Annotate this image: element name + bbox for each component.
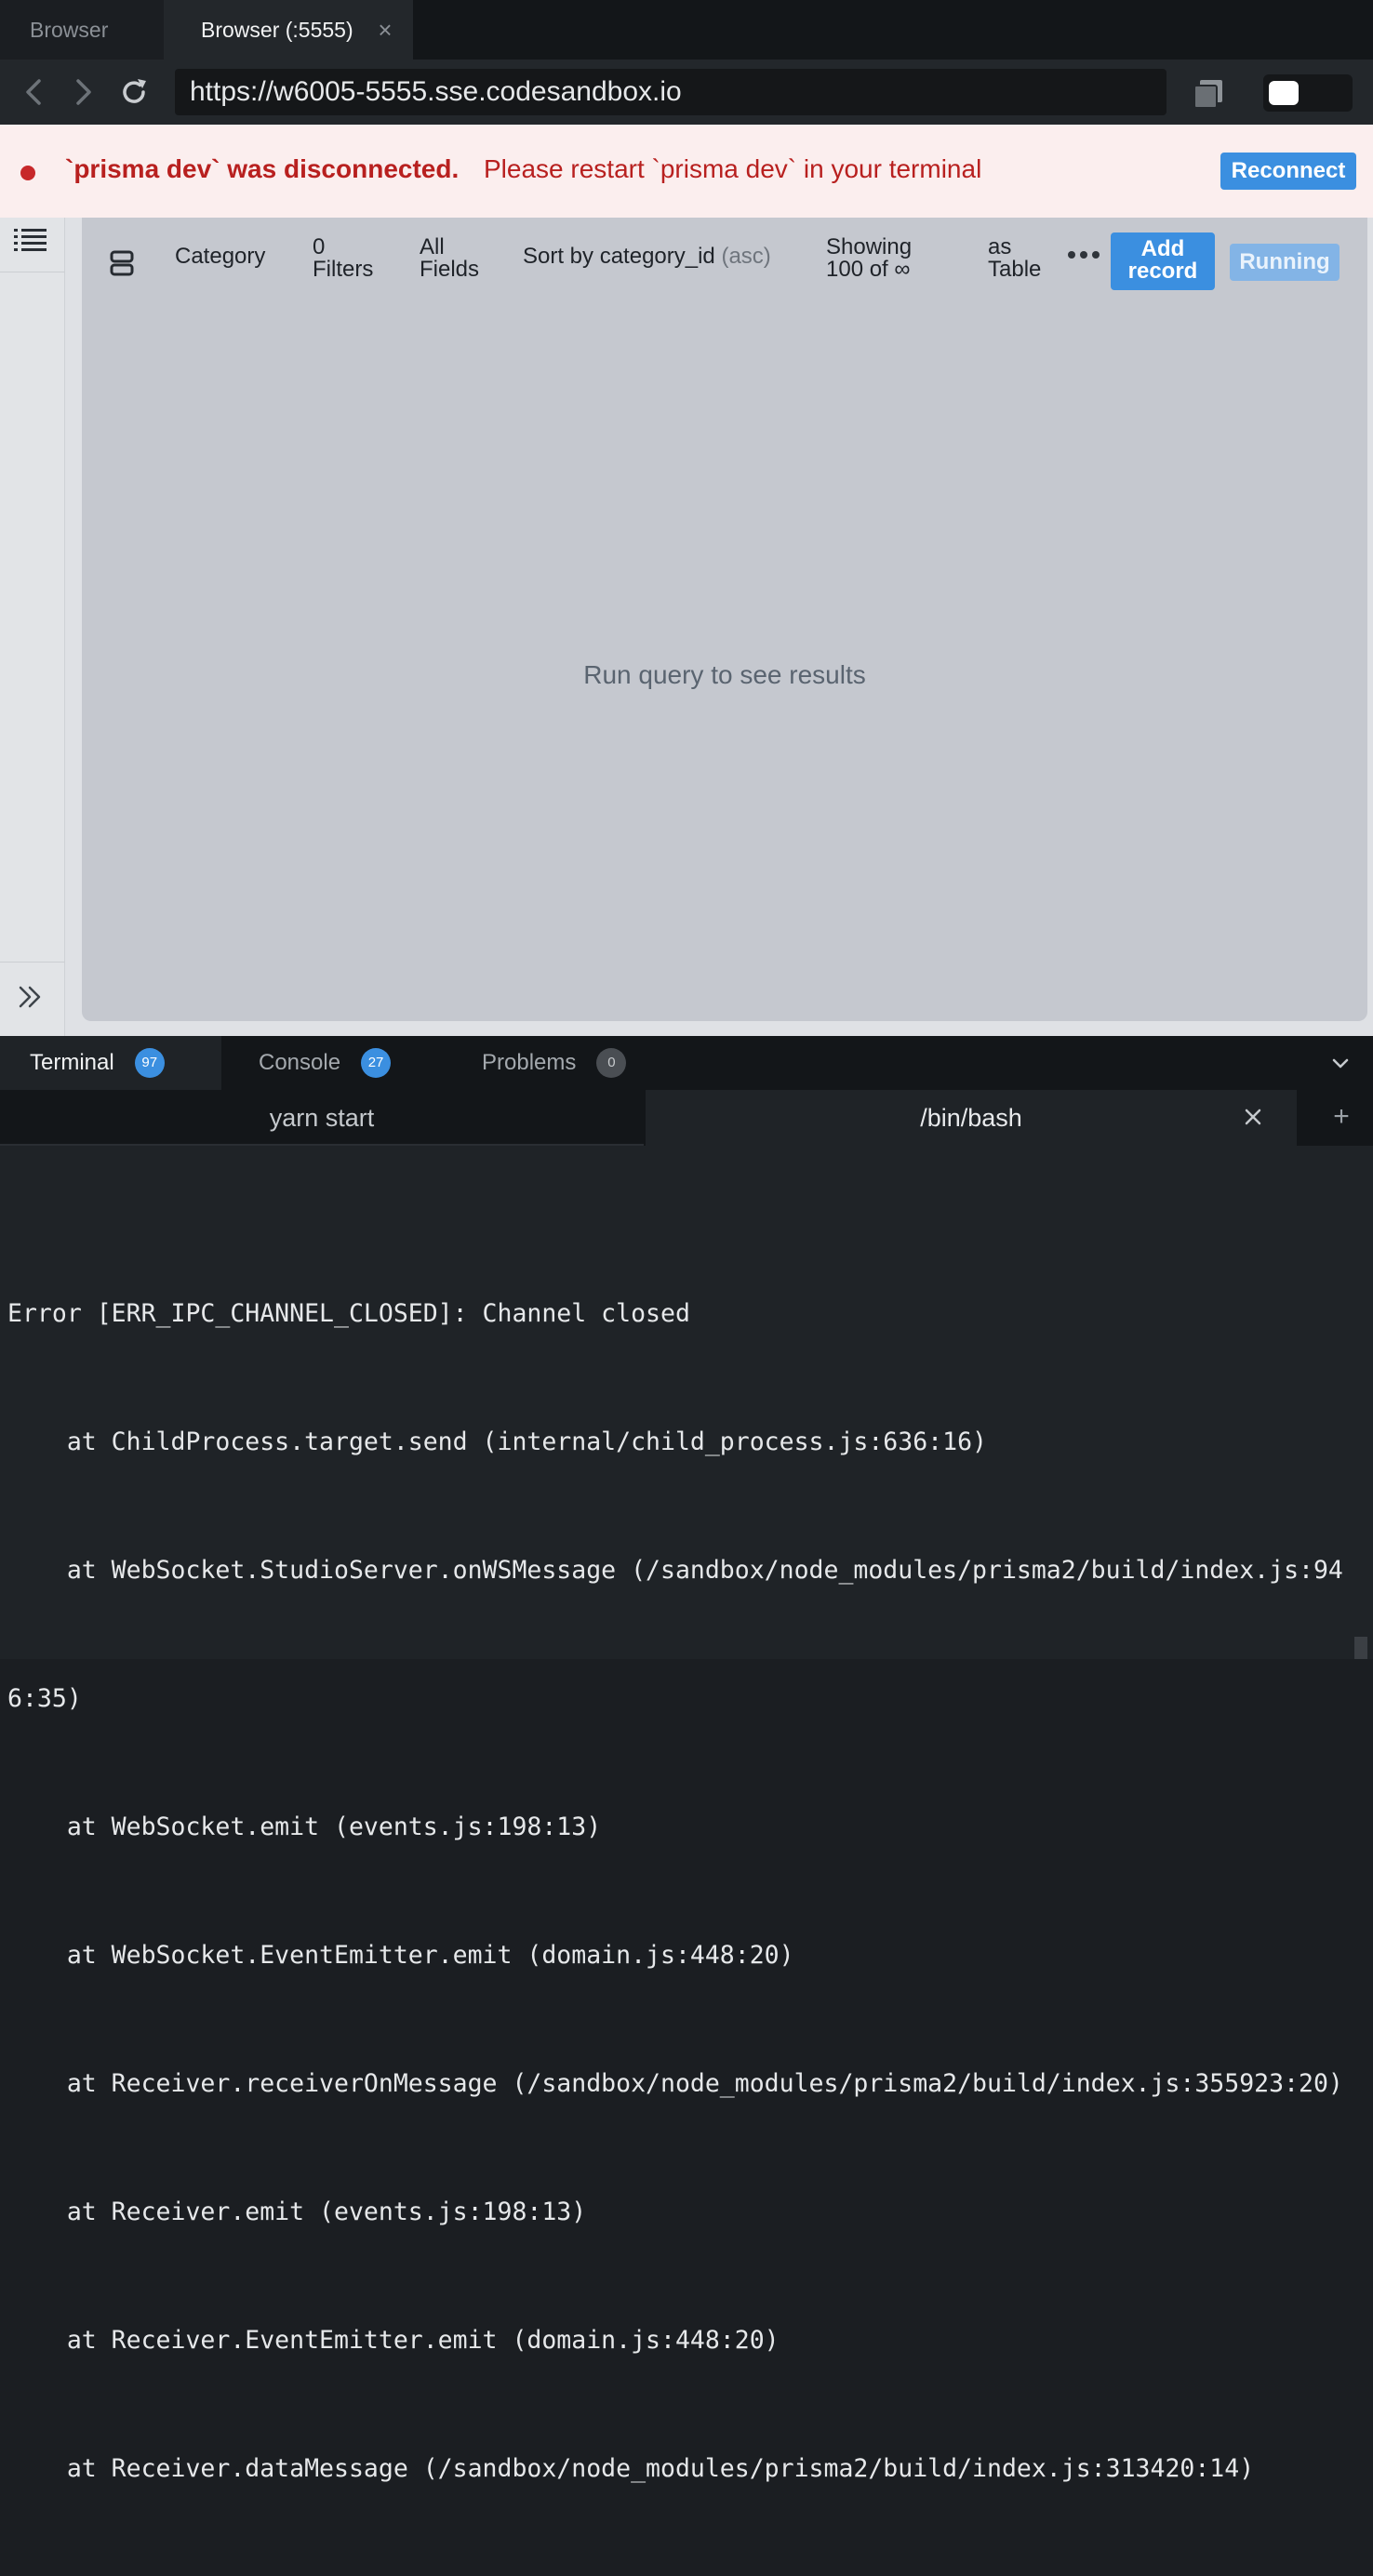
tab-label: Terminal: [30, 1050, 114, 1075]
list-icon[interactable]: [13, 223, 48, 255]
tab-label: Console: [259, 1050, 341, 1075]
showing-line1: Showing: [826, 234, 913, 259]
bottom-panel-tabs: Terminal 97 Console 27 Problems 0: [0, 1036, 1373, 1090]
terminal-line: at Receiver.emit (events.js:198:13): [7, 2198, 587, 2226]
terminal-line: at ChildProcess.target.send (internal/ch…: [7, 1427, 987, 1456]
fields-line1: All: [420, 234, 445, 259]
more-options-icon[interactable]: [1064, 246, 1103, 264]
tab-label: Browser (:5555): [201, 17, 353, 42]
tab-label: Problems: [482, 1050, 577, 1075]
terminal-tabs: yarn start /bin/bash +: [0, 1090, 1373, 1146]
filters-button[interactable]: 0 Filters: [313, 236, 373, 281]
toggle-knob: [1269, 81, 1299, 105]
tab-terminal[interactable]: Terminal 97: [0, 1036, 221, 1090]
terminal-line: at Receiver.EventEmitter.emit (domain.js…: [7, 2326, 780, 2355]
tab-console[interactable]: Console 27: [221, 1036, 445, 1090]
terminal-line: at WebSocket.StudioServer.onWSMessage (/…: [7, 1556, 1343, 1585]
view-line1: as: [988, 234, 1012, 259]
refresh-icon[interactable]: [117, 75, 151, 109]
close-icon[interactable]: [1243, 1107, 1263, 1127]
navigation-bar: https://w6005-5555.sse.codesandbox.io: [0, 60, 1373, 125]
banner-title: `prisma dev` was disconnected.: [65, 154, 460, 183]
preview-toggle[interactable]: [1263, 74, 1353, 112]
left-rail: [0, 218, 65, 1036]
count-badge: 27: [361, 1048, 392, 1078]
terminal-line: 6:35): [7, 1684, 82, 1713]
studio-area: Category 0 Filters All Fields Sort by ca…: [0, 218, 1373, 1036]
sort-label: Sort by category_id: [523, 244, 715, 269]
add-record-button[interactable]: Add record: [1111, 232, 1215, 290]
count-badge: 97: [134, 1048, 165, 1078]
view-line2: Table: [988, 257, 1042, 282]
pagination-button[interactable]: Showing 100 of ∞: [826, 236, 912, 281]
url-input[interactable]: https://w6005-5555.sse.codesandbox.io: [175, 69, 1166, 115]
scrollbar[interactable]: [1354, 1637, 1367, 1659]
banner-message: Please restart `prisma dev` in your term…: [484, 154, 982, 183]
close-icon[interactable]: ×: [374, 17, 396, 43]
copy-icon[interactable]: [1191, 76, 1226, 112]
tab-browser[interactable]: Browser: [0, 0, 164, 60]
forward-arrow-icon[interactable]: [67, 75, 99, 109]
terminal-line: Error [ERR_IPC_CHANNEL_CLOSED]: Channel …: [7, 1299, 690, 1328]
count-badge: 0: [596, 1048, 627, 1078]
sort-button[interactable]: Sort by category_id (asc): [523, 246, 771, 268]
terminal-tab-bash[interactable]: /bin/bash: [646, 1090, 1297, 1146]
tab-label: Browser: [30, 17, 109, 42]
reconnect-button[interactable]: Reconnect: [1220, 153, 1356, 190]
tab-problems[interactable]: Problems 0: [445, 1036, 668, 1090]
filters-label: Filters: [313, 257, 374, 282]
browser-tab-bar: Browser Browser (:5555) ×: [0, 0, 1373, 60]
sort-order: (asc): [721, 244, 771, 269]
back-arrow-icon[interactable]: [19, 75, 50, 109]
databrowser-panel: Category 0 Filters All Fields Sort by ca…: [82, 218, 1367, 1021]
empty-state-message: Run query to see results: [583, 660, 866, 689]
view-mode-button[interactable]: as Table: [988, 236, 1041, 281]
fields-button[interactable]: All Fields: [420, 236, 479, 281]
database-icon: [110, 250, 134, 276]
tab-browser-5555[interactable]: Browser (:5555) ×: [164, 0, 413, 60]
fields-line2: Fields: [420, 257, 480, 282]
terminal-tab-yarn-start[interactable]: yarn start: [0, 1090, 644, 1146]
terminal-line: at WebSocket.emit (events.js:198:13): [7, 1812, 602, 1841]
terminal-lines: Error [ERR_IPC_CHANNEL_CLOSED]: Channel …: [7, 1207, 1366, 2576]
status-dot: [20, 166, 35, 180]
divider: [0, 962, 65, 963]
expand-chevrons-icon[interactable]: [15, 980, 45, 1014]
terminal-line: at Receiver.dataMessage (/sandbox/node_m…: [7, 2454, 1255, 2483]
disconnected-banner: `prisma dev` was disconnected. Please re…: [0, 125, 1373, 218]
terminal-output[interactable]: Error [ERR_IPC_CHANNEL_CLOSED]: Channel …: [0, 1146, 1373, 2483]
add-record-line1: Add: [1140, 236, 1185, 261]
add-record-line2: record: [1127, 259, 1198, 284]
filters-count: 0: [313, 234, 326, 259]
model-name[interactable]: Category: [175, 246, 265, 268]
add-terminal-button[interactable]: +: [1328, 1103, 1354, 1131]
showing-line2: 100 of ∞: [826, 257, 911, 282]
chevron-down-icon[interactable]: [1330, 1053, 1351, 1073]
terminal-line: at WebSocket.EventEmitter.emit (domain.j…: [7, 1941, 794, 1970]
running-button[interactable]: Running: [1230, 244, 1340, 281]
terminal-line: at Receiver.receiverOnMessage (/sandbox/…: [7, 2069, 1343, 2098]
